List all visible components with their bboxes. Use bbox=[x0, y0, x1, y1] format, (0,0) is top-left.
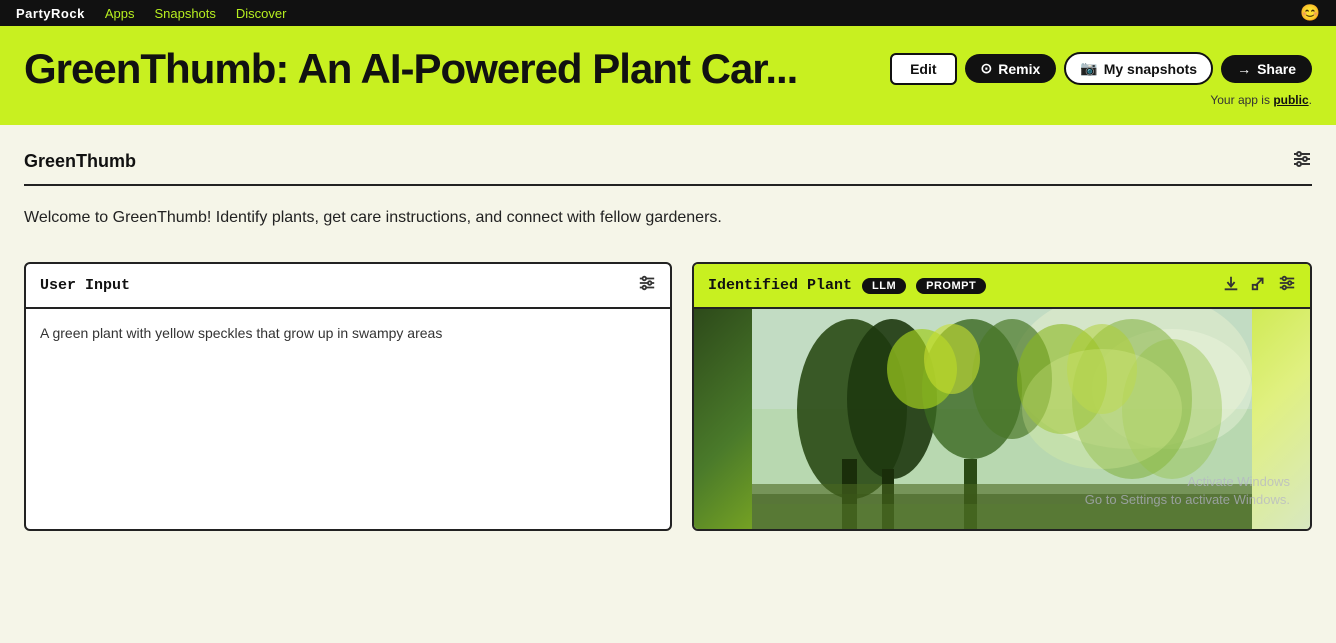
remix-button[interactable]: ⊙ Remix bbox=[965, 54, 1057, 83]
hero-section: GreenThumb: An AI-Powered Plant Car... E… bbox=[0, 26, 1336, 125]
app-description: Welcome to GreenThumb! Identify plants, … bbox=[24, 206, 1312, 230]
public-status-text: Your app is public. bbox=[1210, 93, 1312, 107]
my-snapshots-button[interactable]: 📷 My snapshots bbox=[1064, 52, 1213, 85]
my-snapshots-label: My snapshots bbox=[1104, 61, 1197, 77]
user-input-text: A green plant with yellow speckles that … bbox=[40, 323, 656, 344]
brand-logo[interactable]: PartyRock bbox=[16, 6, 85, 21]
download-icon[interactable] bbox=[1222, 274, 1240, 297]
navbar: PartyRock Apps Snapshots Discover 😊 bbox=[0, 0, 1336, 26]
user-input-title: User Input bbox=[40, 277, 130, 294]
share-arrow-icon: → bbox=[1237, 61, 1251, 77]
edit-button[interactable]: Edit bbox=[890, 53, 956, 85]
identified-plant-header: Identified Plant LLM PROMPT bbox=[694, 264, 1310, 309]
plant-header-left: Identified Plant LLM PROMPT bbox=[708, 277, 986, 294]
remix-icon: ⊙ bbox=[981, 60, 993, 77]
remix-label: Remix bbox=[998, 61, 1040, 77]
user-input-card: User Input A green plant with yellow spe… bbox=[24, 262, 672, 531]
hero-actions: Edit ⊙ Remix 📷 My snapshots → Share Your… bbox=[890, 46, 1312, 107]
user-avatar-emoji[interactable]: 😊 bbox=[1300, 3, 1320, 23]
app-main-title: GreenThumb: An AI-Powered Plant Car... bbox=[24, 46, 797, 92]
user-input-body: A green plant with yellow speckles that … bbox=[26, 309, 670, 358]
public-link[interactable]: public bbox=[1273, 93, 1308, 107]
app-name-label: GreenThumb bbox=[24, 151, 136, 172]
identified-plant-card: Identified Plant LLM PROMPT bbox=[692, 262, 1312, 531]
nav-snapshots[interactable]: Snapshots bbox=[154, 6, 215, 21]
share-label: Share bbox=[1257, 61, 1296, 77]
nav-discover[interactable]: Discover bbox=[236, 6, 287, 21]
user-input-header: User Input bbox=[26, 264, 670, 309]
prompt-badge: PROMPT bbox=[916, 278, 986, 294]
app-settings-icon[interactable] bbox=[1292, 149, 1312, 174]
export-icon[interactable] bbox=[1250, 274, 1268, 297]
nav-apps[interactable]: Apps bbox=[105, 6, 135, 21]
snapshots-icon: 📷 bbox=[1080, 60, 1097, 77]
llm-badge: LLM bbox=[862, 278, 906, 294]
watermark-text: Activate Windows Go to Settings to activ… bbox=[1085, 473, 1290, 509]
plant-settings-icon[interactable] bbox=[1278, 274, 1296, 297]
hero-buttons-row: Edit ⊙ Remix 📷 My snapshots → Share bbox=[890, 52, 1312, 85]
user-input-settings-icon[interactable] bbox=[638, 274, 656, 297]
widgets-row: User Input A green plant with yellow spe… bbox=[24, 262, 1312, 531]
app-title-row: GreenThumb bbox=[24, 149, 1312, 186]
identified-plant-title: Identified Plant bbox=[708, 277, 852, 294]
plant-header-actions bbox=[1222, 274, 1296, 297]
plant-image-area: Activate Windows Go to Settings to activ… bbox=[694, 309, 1310, 529]
main-content: GreenThumb Welcome to GreenThumb! Identi… bbox=[0, 125, 1336, 531]
share-button[interactable]: → Share bbox=[1221, 55, 1312, 83]
